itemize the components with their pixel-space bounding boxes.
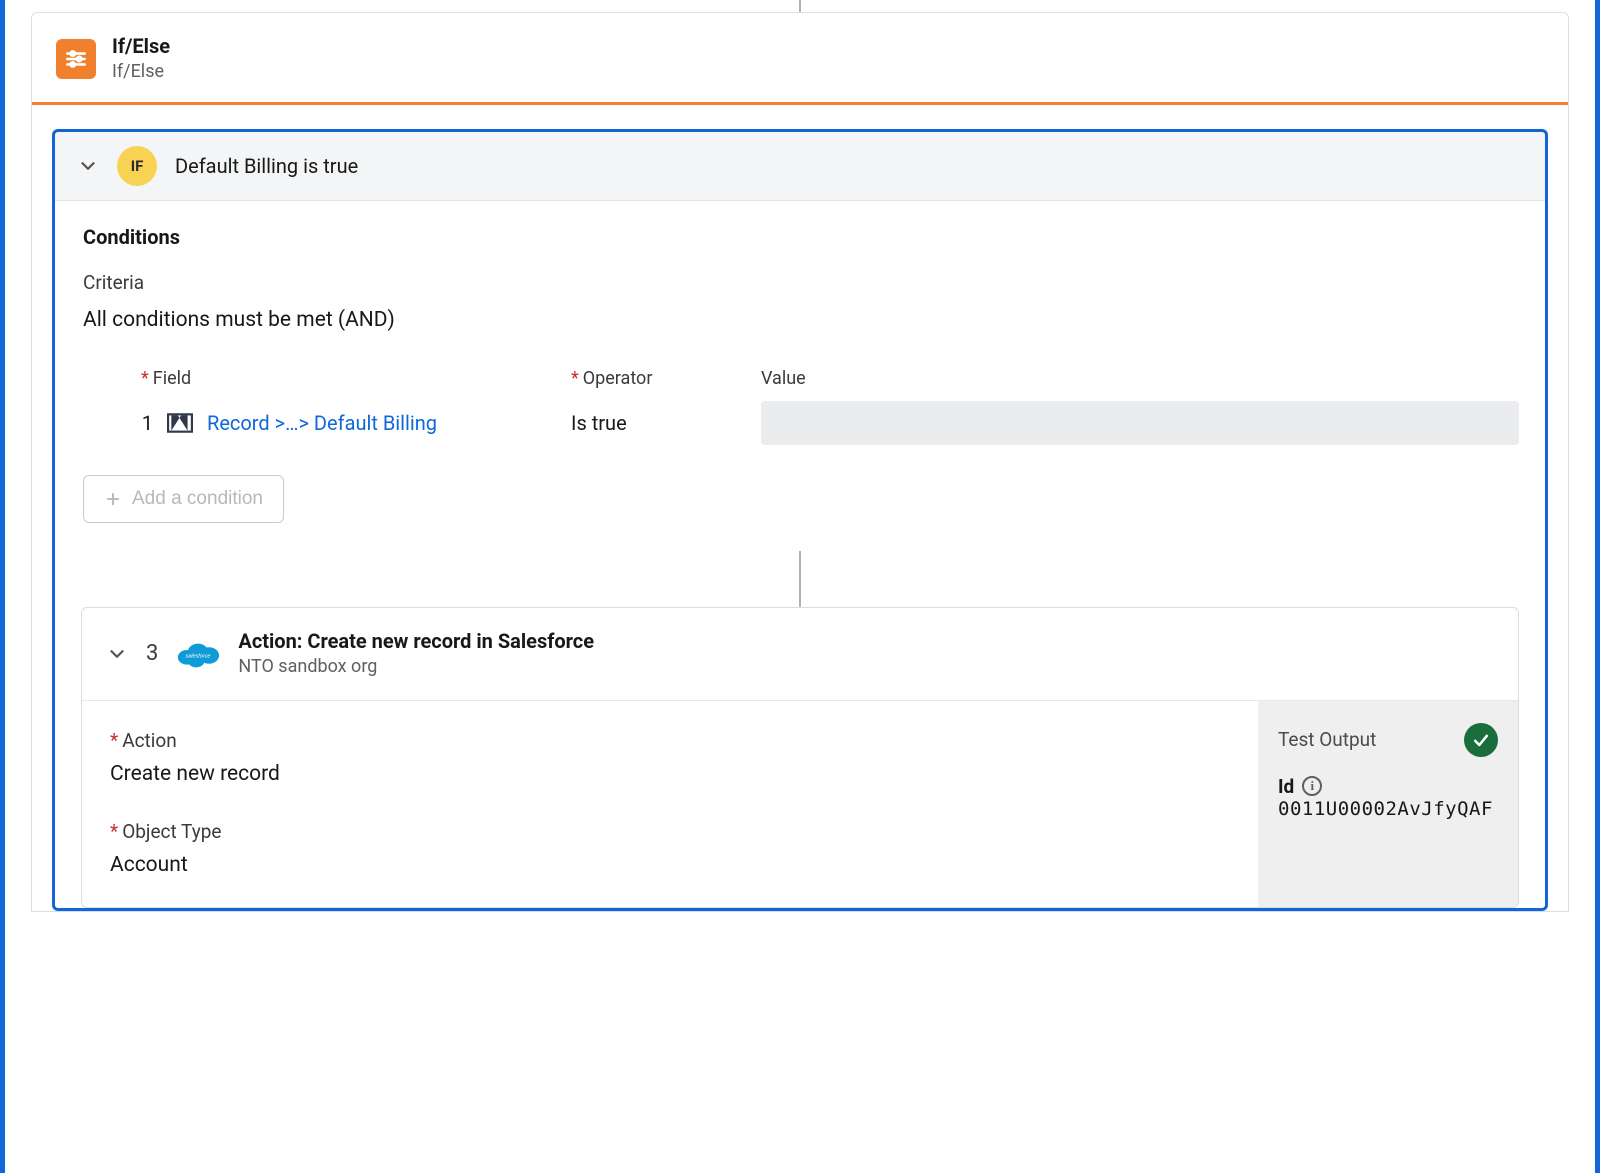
step-number: 3 — [146, 641, 158, 666]
action-label: Action — [110, 729, 1230, 752]
action-header[interactable]: 3 salesforce Action: Create new r — [82, 608, 1518, 699]
test-output-id-label: Id — [1278, 775, 1294, 798]
salesforce-icon: salesforce — [176, 638, 220, 670]
if-branch-header[interactable]: IF Default Billing is true — [55, 132, 1545, 201]
test-output-panel: Test Output Id i 0011U00002AvJf — [1258, 701, 1518, 907]
test-output-heading: Test Output — [1278, 728, 1376, 751]
info-icon[interactable]: i — [1302, 776, 1322, 796]
action-step-card[interactable]: 3 salesforce Action: Create new r — [81, 607, 1519, 907]
object-type-label: Object Type — [110, 820, 1230, 843]
condition-operator[interactable]: Is true — [571, 401, 751, 445]
condition-field-link[interactable]: Record >…> Default Billing — [207, 411, 437, 435]
chevron-down-icon[interactable] — [106, 643, 128, 665]
conditions-heading: Conditions — [83, 225, 1519, 249]
chevron-down-icon[interactable] — [77, 155, 99, 177]
action-title: Action: Create new record in Salesforce — [238, 628, 594, 655]
ifelse-step-card[interactable]: If/Else If/Else IF Default Billing is tr… — [31, 12, 1569, 912]
connector-line — [799, 0, 801, 12]
col-header-field: Field — [141, 368, 561, 401]
criteria-value: All conditions must be met (AND) — [83, 308, 1519, 332]
if-branch-card[interactable]: IF Default Billing is true Conditions Cr… — [52, 129, 1548, 910]
if-branch-title: Default Billing is true — [175, 154, 358, 178]
flow-canvas-selection: If/Else If/Else IF Default Billing is tr… — [0, 0, 1600, 1173]
conditions-table: Field Operator Value 1 Record >…> Defaul… — [83, 368, 1519, 445]
action-subtitle: NTO sandbox org — [238, 655, 594, 679]
if-branch-body: Conditions Criteria All conditions must … — [55, 201, 1545, 551]
condition-row-field: 1 Record >…> Default Billing — [141, 401, 561, 445]
col-header-operator: Operator — [571, 368, 751, 401]
object-type-value[interactable]: Account — [110, 853, 1230, 877]
action-value[interactable]: Create new record — [110, 762, 1230, 786]
connector-line — [55, 551, 1545, 607]
svg-text:salesforce: salesforce — [186, 654, 211, 660]
if-badge: IF — [117, 146, 157, 186]
col-header-value: Value — [761, 368, 1519, 401]
success-check-icon — [1464, 723, 1498, 757]
netsuite-icon — [167, 410, 193, 436]
action-config: Action Create new record Object Type Acc… — [82, 701, 1258, 907]
test-output-id-value: 0011U00002AvJfyQAF — [1278, 798, 1498, 820]
criteria-label: Criteria — [83, 271, 1519, 294]
ifelse-title: If/Else — [112, 33, 170, 60]
condition-value-input[interactable] — [761, 401, 1519, 445]
condition-row-number: 1 — [141, 411, 153, 435]
ifelse-header: If/Else If/Else — [32, 13, 1568, 102]
add-condition-button[interactable]: Add a condition — [83, 475, 284, 523]
ifelse-subtitle: If/Else — [112, 60, 170, 84]
add-condition-label: Add a condition — [132, 488, 263, 510]
action-body: Action Create new record Object Type Acc… — [82, 700, 1518, 907]
branch-icon — [56, 39, 96, 79]
